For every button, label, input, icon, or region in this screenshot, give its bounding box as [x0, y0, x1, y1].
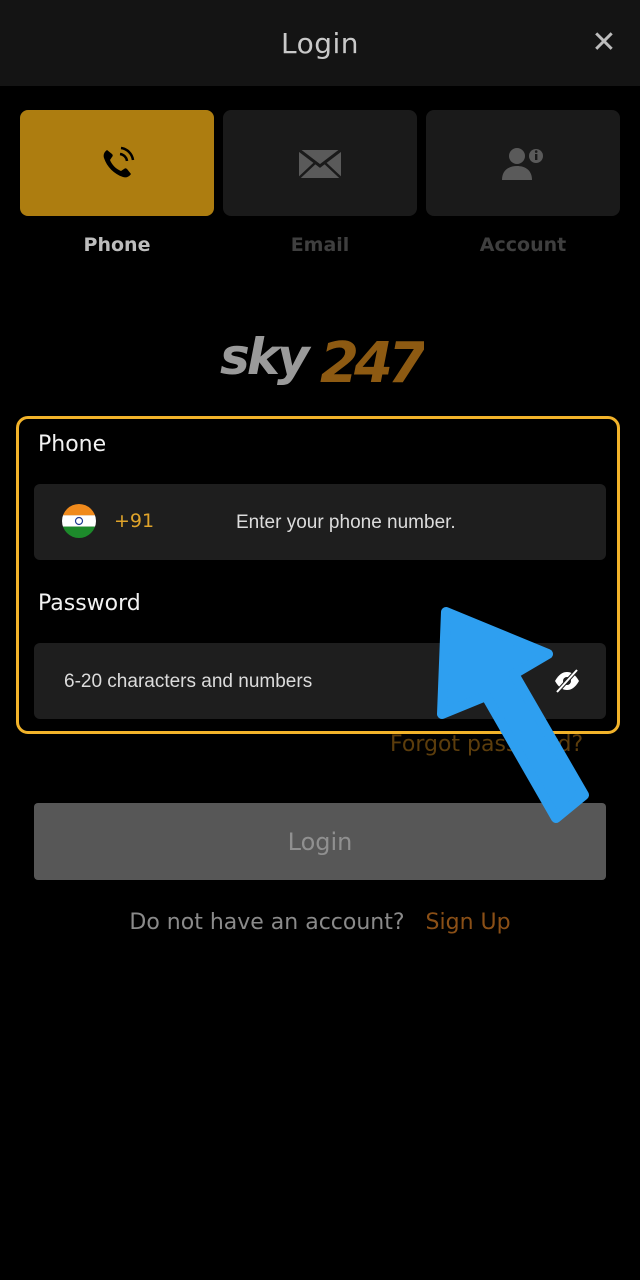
phone-input[interactable] — [234, 504, 578, 542]
mail-icon — [223, 142, 417, 186]
tab-email[interactable] — [223, 110, 417, 216]
password-label: Password — [38, 591, 141, 616]
phone-field: +91 — [34, 484, 606, 560]
signup-link[interactable]: Sign Up — [426, 910, 511, 935]
tab-phone-label: Phone — [83, 234, 151, 256]
login-method-tabs: Phone Email Account — [20, 110, 620, 270]
header-bar: Login ✕ — [0, 0, 640, 86]
phone-icon — [20, 142, 214, 186]
user-info-icon — [426, 142, 620, 186]
pointer-arrow-icon — [437, 607, 589, 823]
page-title: Login — [280, 26, 360, 60]
sky247-logo: sky 247 — [220, 328, 424, 392]
signup-row: Do not have an account? Sign Up — [0, 910, 640, 935]
country-code[interactable]: +91 — [114, 510, 154, 532]
india-flag-icon[interactable] — [62, 504, 96, 538]
svg-text:sky: sky — [220, 328, 312, 386]
tab-phone[interactable] — [20, 110, 214, 216]
close-icon[interactable]: ✕ — [586, 24, 622, 60]
tab-email-label: Email — [290, 234, 350, 256]
tab-account[interactable] — [426, 110, 620, 216]
phone-label: Phone — [38, 432, 107, 457]
svg-text:247: 247 — [320, 331, 424, 392]
no-account-text: Do not have an account? — [129, 910, 405, 935]
tab-account-label: Account — [479, 234, 567, 256]
